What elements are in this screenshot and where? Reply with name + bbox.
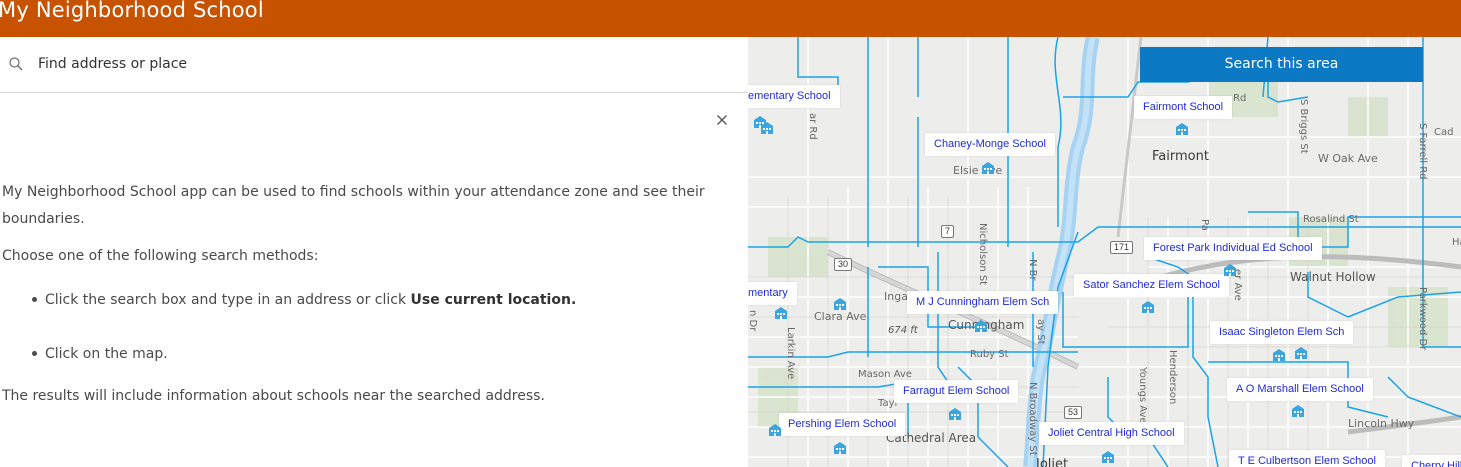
street-label: Nicholson St xyxy=(977,223,988,286)
street-label: S Farrell Rd xyxy=(1417,123,1428,180)
street-label: ar Rd xyxy=(807,113,818,140)
street-label: Rd xyxy=(1233,93,1247,104)
close-icon[interactable] xyxy=(714,112,730,128)
place-label-joliet: Joliet xyxy=(1036,457,1069,467)
app-title: My Neighborhood School xyxy=(0,0,264,22)
school-label[interactable]: Chaney-Monge School xyxy=(925,133,1055,156)
street-label: Parkwood Dr xyxy=(1417,287,1428,351)
search-icon[interactable] xyxy=(8,56,24,72)
street-label: Ruby St xyxy=(970,349,1009,360)
street-label: Henderson xyxy=(1167,350,1178,405)
results-text: The results will include information abo… xyxy=(2,388,545,404)
school-marker-icon[interactable] xyxy=(1291,404,1305,418)
app-header: My Neighborhood School xyxy=(0,0,1461,37)
bullet-dot xyxy=(32,350,37,356)
place-label-fairmont: Fairmont xyxy=(1152,149,1209,164)
school-label[interactable]: Joliet Central High School xyxy=(1039,422,1184,445)
street-label: Inga xyxy=(884,290,908,303)
school-marker-icon[interactable] xyxy=(1223,263,1237,277)
school-marker-icon[interactable] xyxy=(774,306,788,320)
school-marker-icon[interactable] xyxy=(1175,122,1189,136)
bullet-map: Click on the map. xyxy=(32,346,168,362)
street-label: Youngs Ave xyxy=(1137,367,1148,424)
school-marker-icon[interactable] xyxy=(833,297,847,311)
street-label: Ha xyxy=(1452,237,1461,248)
school-label[interactable]: Isaac Singleton Elem Sch xyxy=(1210,321,1354,344)
street-label: Rosalind St xyxy=(1303,214,1359,225)
school-label[interactable]: ementary School xyxy=(748,85,840,108)
route-shield-53: 53 xyxy=(1064,406,1083,419)
use-current-location-text: Use current location. xyxy=(410,292,577,308)
bullet-search: Click the search box and type in an addr… xyxy=(32,292,576,308)
school-marker-icon[interactable] xyxy=(1101,450,1115,464)
route-shield-30: 30 xyxy=(834,258,853,271)
intro-text: My Neighborhood School app can be used t… xyxy=(2,184,705,227)
school-marker-icon[interactable] xyxy=(1141,300,1155,314)
methods-heading: Choose one of the following search metho… xyxy=(2,248,319,264)
route-shield-171: 171 xyxy=(1110,241,1134,254)
bullet-map-text: Click on the map. xyxy=(45,346,168,362)
street-label: Mason Ave xyxy=(858,369,912,380)
street-label: n Dr xyxy=(748,310,758,332)
street-label: Cad xyxy=(1434,127,1454,138)
school-marker-icon[interactable] xyxy=(1294,346,1308,360)
bullet-search-text: Click the search box and type in an addr… xyxy=(45,292,411,308)
route-shield-7: 7 xyxy=(941,225,955,238)
street-label: ay St xyxy=(1035,319,1046,345)
school-label[interactable]: mentary xyxy=(748,282,797,305)
street-label: N Br xyxy=(1027,259,1038,281)
school-label[interactable]: Pershing Elem School xyxy=(779,413,906,436)
school-marker-icon[interactable] xyxy=(974,319,988,333)
side-panel: My Neighborhood School app can be used t… xyxy=(0,37,748,467)
school-marker-icon[interactable] xyxy=(948,407,962,421)
bullet-dot xyxy=(32,296,37,302)
school-marker-icon[interactable] xyxy=(1272,348,1286,362)
school-label[interactable]: Forest Park Individual Ed School xyxy=(1144,237,1322,260)
school-label[interactable]: Cherry Hill xyxy=(1402,455,1461,467)
place-label-walnut-hollow: Walnut Hollow xyxy=(1290,270,1376,284)
street-label: W Oak Ave xyxy=(1318,152,1378,165)
search-this-area-button[interactable]: Search this area xyxy=(1140,47,1423,82)
school-label[interactable]: M J Cunningham Elem Sch xyxy=(907,291,1059,314)
school-marker-icon[interactable] xyxy=(833,441,847,455)
elevation-label: 674 ft xyxy=(888,325,918,336)
search-bar xyxy=(0,37,748,93)
school-label[interactable]: A O Marshall Elem School xyxy=(1227,378,1373,401)
school-label[interactable]: Fairmont School xyxy=(1134,96,1233,119)
street-label: Pa xyxy=(1199,219,1210,231)
school-label[interactable]: Farragut Elem School xyxy=(894,380,1019,403)
street-label: S Briggs St xyxy=(1298,99,1309,154)
school-marker-icon[interactable] xyxy=(760,121,774,135)
school-marker-icon[interactable] xyxy=(981,161,995,175)
search-input[interactable] xyxy=(38,51,728,77)
map-basemap xyxy=(748,37,1461,467)
street-label: Clara Ave xyxy=(814,310,867,323)
school-label[interactable]: Sator Sanchez Elem School xyxy=(1074,274,1229,297)
school-label[interactable]: T E Culbertson Elem School xyxy=(1229,450,1385,467)
school-marker-icon[interactable] xyxy=(768,423,782,437)
street-label: Larkin Ave xyxy=(785,327,796,380)
map-view[interactable]: Elsie Ave W Oak Ave Rosalind St Clara Av… xyxy=(748,37,1461,467)
street-label: N Broadway St xyxy=(1027,382,1038,456)
street-label: Lincoln Hwy xyxy=(1348,417,1415,430)
